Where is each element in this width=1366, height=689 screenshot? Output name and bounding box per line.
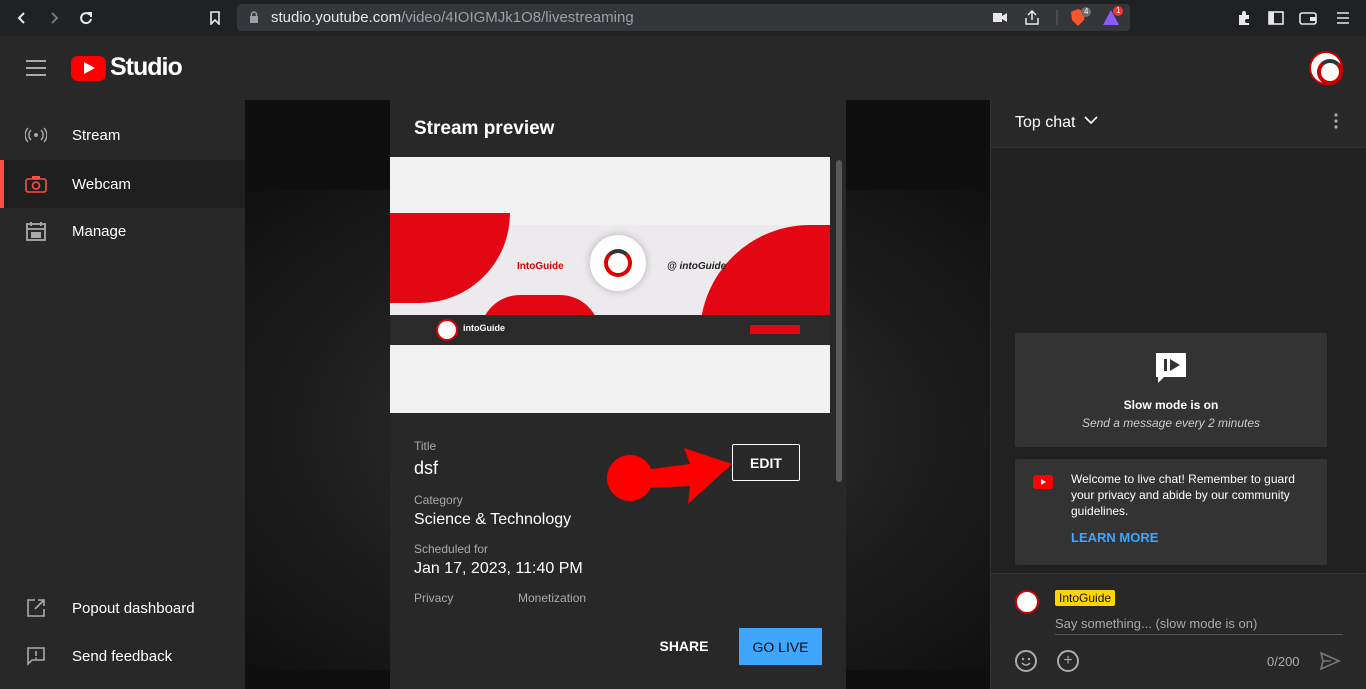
thumbnail-follow-text: @ intoGuide bbox=[667, 261, 727, 272]
slow-mode-subtitle: Send a message every 2 minutes bbox=[1081, 416, 1261, 430]
popout-icon bbox=[24, 596, 48, 620]
chat-input-area: IntoGuide Say something... (slow mode is… bbox=[991, 573, 1366, 689]
sidebar-item-send-feedback[interactable]: Send feedback bbox=[0, 632, 245, 680]
url-path: /video/4IOIGMJk1O8/livestreaming bbox=[401, 9, 634, 26]
privacy-label: Privacy bbox=[414, 591, 454, 605]
channel-logo-icon bbox=[590, 235, 646, 291]
url-host: studio.youtube.com bbox=[271, 9, 402, 26]
sidebar-item-label: Popout dashboard bbox=[72, 599, 195, 617]
sidebar-item-manage[interactable]: Manage bbox=[0, 207, 245, 255]
slow-mode-card: Slow mode is on Send a message every 2 m… bbox=[1015, 333, 1327, 447]
thumbnail-channel-name: intoGuide bbox=[463, 323, 505, 333]
welcome-message: Welcome to live chat! Remember to guard … bbox=[1071, 472, 1295, 518]
forward-icon[interactable] bbox=[44, 8, 64, 28]
emoji-icon[interactable] bbox=[1015, 650, 1037, 672]
welcome-card: Welcome to live chat! Remember to guard … bbox=[1015, 459, 1327, 565]
live-chat-panel: Top chat Slow mode is on Send a message … bbox=[990, 100, 1366, 689]
camera-icon bbox=[24, 172, 48, 196]
more-options-icon[interactable] bbox=[1334, 113, 1338, 129]
sidebar-item-label: Stream bbox=[72, 126, 121, 144]
thumbnail-subscribe-graphic bbox=[750, 325, 800, 334]
divider-icon bbox=[1056, 10, 1058, 25]
chat-message-input[interactable]: Say something... (slow mode is on) bbox=[1055, 616, 1257, 631]
studio-brand[interactable]: Studio bbox=[110, 53, 183, 82]
character-counter: 0/200 bbox=[1267, 654, 1300, 669]
add-icon[interactable]: + bbox=[1057, 650, 1079, 672]
edit-button[interactable]: EDIT bbox=[732, 444, 800, 481]
broadcast-icon bbox=[24, 123, 48, 147]
sidebar-item-popout-dashboard[interactable]: Popout dashboard bbox=[0, 584, 245, 632]
dialog-scrollbar[interactable] bbox=[836, 160, 842, 482]
scheduled-label: Scheduled for bbox=[414, 542, 489, 556]
sidebar-item-stream[interactable]: Stream bbox=[0, 111, 245, 159]
stream-preview-dialog: Stream preview IntoGuide @ intoGuide int… bbox=[390, 100, 846, 689]
send-icon[interactable] bbox=[1319, 650, 1341, 672]
sidebar-item-label: Manage bbox=[72, 222, 127, 240]
browser-toolbar: studio.youtube.com/video/4IOIGMJk1O8/liv… bbox=[0, 0, 1366, 36]
title-label: Title bbox=[414, 439, 437, 453]
slow-mode-title: Slow mode is on bbox=[1123, 398, 1219, 412]
chevron-down-icon[interactable] bbox=[1084, 115, 1098, 125]
sidebar-toggle-icon[interactable] bbox=[1266, 8, 1286, 28]
stream-thumbnail: IntoGuide @ intoGuide intoGuide bbox=[390, 157, 830, 413]
camera-indicator-icon[interactable] bbox=[993, 12, 1007, 23]
back-icon[interactable] bbox=[12, 8, 32, 28]
share-button[interactable]: SHARE bbox=[652, 628, 716, 664]
sidebar: Stream Webcam Manage Popout dashboard Se… bbox=[0, 100, 245, 689]
chat-input-underline bbox=[1055, 634, 1343, 635]
bookmark-icon[interactable] bbox=[205, 8, 225, 28]
dialog-title: Stream preview bbox=[414, 118, 555, 139]
menu-icon[interactable] bbox=[1333, 8, 1353, 28]
title-value: dsf bbox=[414, 458, 439, 478]
learn-more-link[interactable]: LEARN MORE bbox=[1071, 530, 1158, 545]
scheduled-value: Jan 17, 2023, 11:40 PM bbox=[414, 560, 583, 577]
extensions-icon[interactable] bbox=[1234, 8, 1254, 28]
wallet-icon[interactable] bbox=[1298, 8, 1318, 28]
avatar bbox=[1015, 590, 1039, 614]
author-name-chip: IntoGuide bbox=[1055, 590, 1116, 606]
studio-header: Studio bbox=[0, 36, 1366, 100]
chat-header: Top chat bbox=[991, 100, 1366, 148]
go-live-button[interactable]: GO LIVE bbox=[739, 628, 822, 665]
lock-icon bbox=[250, 11, 258, 23]
sidebar-item-label: Send feedback bbox=[72, 647, 173, 665]
alert-badge: 1 bbox=[1113, 6, 1124, 16]
hamburger-menu-icon[interactable] bbox=[26, 60, 46, 76]
sidebar-item-label: Webcam bbox=[72, 175, 131, 193]
category-value: Science & Technology bbox=[414, 511, 572, 528]
youtube-logo-icon[interactable] bbox=[71, 56, 106, 81]
reload-icon[interactable] bbox=[76, 8, 96, 28]
account-avatar[interactable] bbox=[1309, 51, 1343, 85]
youtube-logo-icon bbox=[1033, 475, 1053, 489]
annotation-arrow-icon bbox=[607, 448, 732, 504]
address-bar[interactable]: studio.youtube.com/video/4IOIGMJk1O8/liv… bbox=[237, 4, 1130, 31]
sidebar-item-webcam[interactable]: Webcam bbox=[0, 160, 245, 208]
thumbnail-brand-text: IntoGuide bbox=[517, 261, 564, 272]
chat-mode-selector[interactable]: Top chat bbox=[1015, 114, 1075, 132]
monetization-label: Monetization bbox=[518, 591, 587, 605]
calendar-icon bbox=[24, 219, 48, 243]
category-label: Category bbox=[414, 493, 463, 507]
share-page-icon[interactable] bbox=[1024, 10, 1040, 25]
channel-mini-logo-icon bbox=[436, 319, 458, 341]
brave-badge: 4 bbox=[1081, 7, 1092, 17]
slow-mode-icon bbox=[1156, 353, 1186, 383]
feedback-icon bbox=[24, 644, 48, 668]
